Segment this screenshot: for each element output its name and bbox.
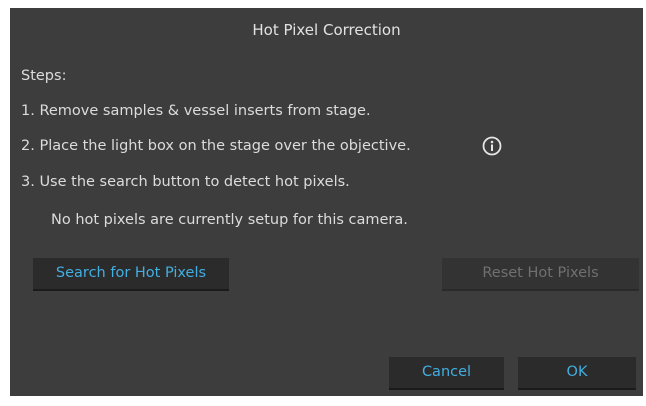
cancel-button[interactable]: Cancel xyxy=(389,357,504,390)
dialog-title: Hot Pixel Correction xyxy=(252,21,401,39)
info-circle-icon[interactable] xyxy=(482,136,502,156)
ok-button[interactable]: OK xyxy=(518,357,636,390)
hot-pixel-correction-dialog: Hot Pixel Correction Steps: 1. Remove sa… xyxy=(10,8,643,396)
search-for-hot-pixels-button[interactable]: Search for Hot Pixels xyxy=(33,258,229,291)
step-2-text: 2. Place the light box on the stage over… xyxy=(21,138,411,154)
step-3-text: 3. Use the search button to detect hot p… xyxy=(21,174,350,190)
status-message: No hot pixels are currently setup for th… xyxy=(51,212,408,228)
reset-hot-pixels-button[interactable]: Reset Hot Pixels xyxy=(442,258,639,291)
steps-heading: Steps: xyxy=(21,68,67,84)
step-1-text: 1. Remove samples & vessel inserts from … xyxy=(21,103,371,119)
